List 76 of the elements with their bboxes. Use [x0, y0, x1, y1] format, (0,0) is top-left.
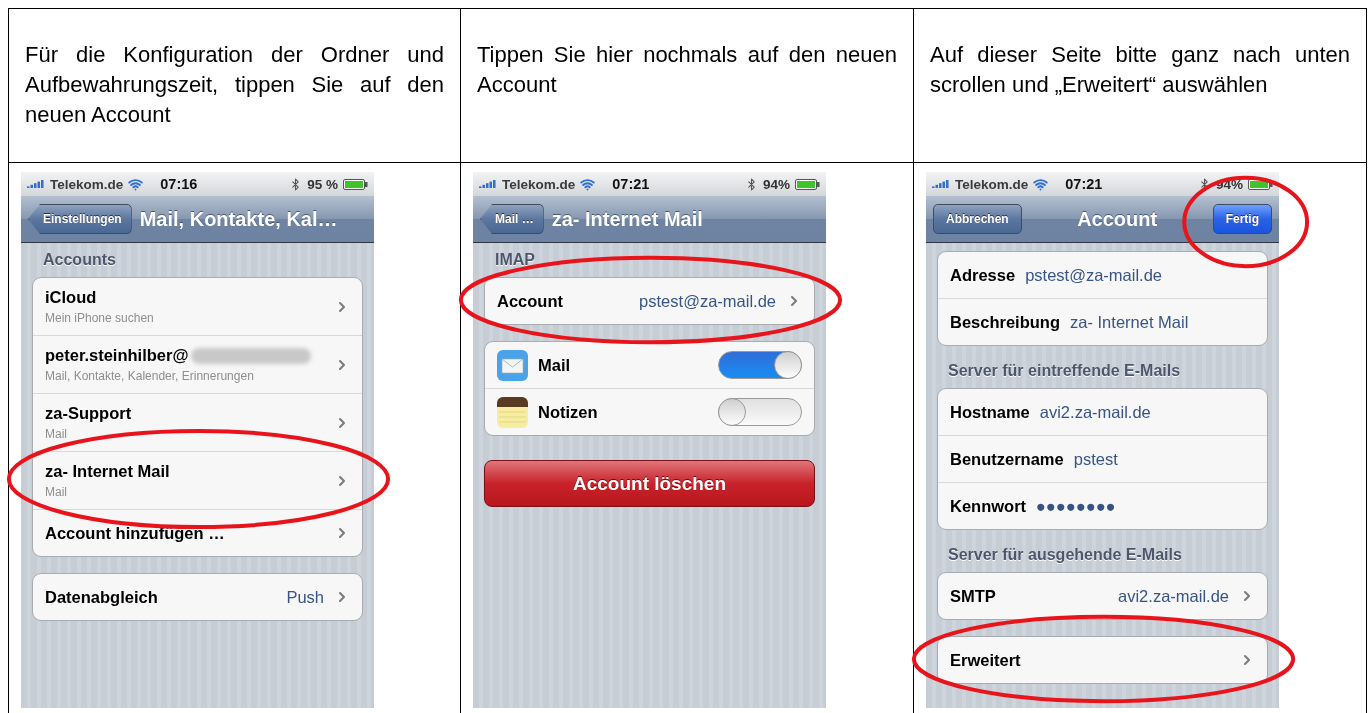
account-row[interactable]: za-Support Mail	[33, 393, 362, 451]
field-value: pstest	[1073, 449, 1119, 469]
row-label: peter.steinhilber@	[45, 346, 189, 365]
account-row[interactable]: za- Internet Mail Mail	[33, 451, 362, 509]
account-row[interactable]: SMTP avi2.za-mail.de	[938, 573, 1267, 619]
instruction-text: Auf dieser Seite bitte ganz nach unten scrollen und „Erweitert“ auswählen	[930, 41, 1350, 99]
row-value: pstest@za-mail.de	[639, 291, 776, 311]
battery-percent: 95 %	[307, 176, 338, 192]
signal-icon	[27, 179, 45, 189]
row-value: Push	[286, 587, 324, 607]
carrier-name: Telekom.de	[955, 176, 1029, 192]
nav-title: Account	[1076, 207, 1159, 231]
account-row[interactable]: iCloud Mein iPhone suchen	[33, 278, 362, 335]
battery-icon	[343, 178, 368, 190]
row-subtitle: Mail	[45, 485, 68, 499]
carrier-name: Telekom.de	[502, 176, 576, 192]
nav-title: za- Internet Mail	[551, 207, 704, 231]
field-label: Beschreibung	[950, 312, 1061, 332]
row-label: Account hinzufügen …	[45, 523, 225, 543]
status-time: 07:21	[612, 176, 650, 192]
settings-field[interactable]: Adresse pstest@za-mail.de	[938, 252, 1267, 298]
status-time: 07:21	[1065, 176, 1103, 192]
wifi-icon	[580, 176, 596, 192]
settings-field[interactable]: Beschreibung za- Internet Mail	[938, 298, 1267, 345]
field-label: Hostname	[950, 402, 1030, 422]
section-header: Server für eintreffende E-Mails	[947, 362, 1182, 381]
row-label: SMTP	[950, 586, 996, 606]
delete-account-button[interactable]: Account löschen	[484, 460, 815, 507]
field-label: Benutzername	[950, 449, 1064, 469]
settings-field[interactable]: Benutzername pstest	[938, 435, 1267, 482]
signal-icon	[932, 179, 950, 189]
carrier-name: Telekom.de	[50, 176, 124, 192]
row-value: avi2.za-mail.de	[1118, 586, 1229, 606]
back-button[interactable]: Mail …	[480, 204, 544, 234]
row-subtitle: Mail, Kontakte, Kalender, Erinnerungen	[45, 369, 255, 383]
settings-field[interactable]: Hostname avi2.za-mail.de	[938, 389, 1267, 435]
row-label: za-Support	[45, 404, 132, 423]
account-row[interactable]: Account hinzufügen …	[33, 509, 362, 556]
battery-icon	[1248, 178, 1273, 190]
account-row[interactable]: Datenabgleich Push	[33, 574, 362, 620]
back-button[interactable]: Einstellungen	[28, 204, 132, 234]
settings-field[interactable]: Kennwort ●●●●●●●●	[938, 482, 1267, 529]
toggle-switch[interactable]	[718, 398, 802, 426]
field-value: pstest@za-mail.de	[1025, 265, 1163, 285]
mail-app-icon	[497, 349, 528, 381]
field-value: za- Internet Mail	[1070, 312, 1190, 332]
field-label: Kennwort	[950, 496, 1027, 516]
row-subtitle: Mail	[45, 427, 68, 441]
battery-icon	[795, 178, 820, 190]
section-header: IMAP	[494, 251, 536, 270]
instruction-text: Tippen Sie hier nochmals auf den neuen Account	[477, 41, 897, 99]
row-label: Datenabgleich	[45, 587, 158, 607]
row-label: Erweitert	[950, 650, 1021, 670]
wifi-icon	[128, 176, 144, 192]
cancel-button[interactable]: Abbrechen	[933, 204, 1022, 234]
done-button[interactable]: Fertig	[1212, 204, 1272, 234]
status-time: 07:16	[160, 176, 198, 192]
row-label: Mail	[538, 355, 572, 375]
toggle-switch[interactable]	[718, 351, 802, 379]
row-label: Notizen	[538, 402, 599, 422]
row-label: Account	[497, 291, 563, 311]
row-label: za- Internet Mail	[45, 462, 170, 481]
row-subtitle: Mein iPhone suchen	[45, 311, 155, 325]
notes-app-icon	[497, 396, 528, 428]
account-row[interactable]: peter.steinhilber@ Mail, Kontakte, Kalender, Erinnerungen	[33, 335, 362, 393]
field-label: Adresse	[950, 265, 1016, 285]
battery-percent: 94%	[762, 176, 790, 192]
signal-icon	[479, 179, 497, 189]
nav-title: Mail, Kontakte, Kal…	[139, 207, 339, 231]
field-value: avi2.za-mail.de	[1039, 402, 1152, 422]
instruction-text: Für die Konfiguration der Ordner und Aufbewahrungszeit, tippen Sie auf den neuen Account	[25, 41, 444, 129]
section-header: Accounts	[42, 251, 117, 270]
section-header: Server für ausgehende E-Mails	[947, 546, 1183, 565]
row-label: iCloud	[45, 288, 97, 307]
field-value: ●●●●●●●●	[1036, 496, 1117, 516]
wifi-icon	[1033, 176, 1049, 192]
